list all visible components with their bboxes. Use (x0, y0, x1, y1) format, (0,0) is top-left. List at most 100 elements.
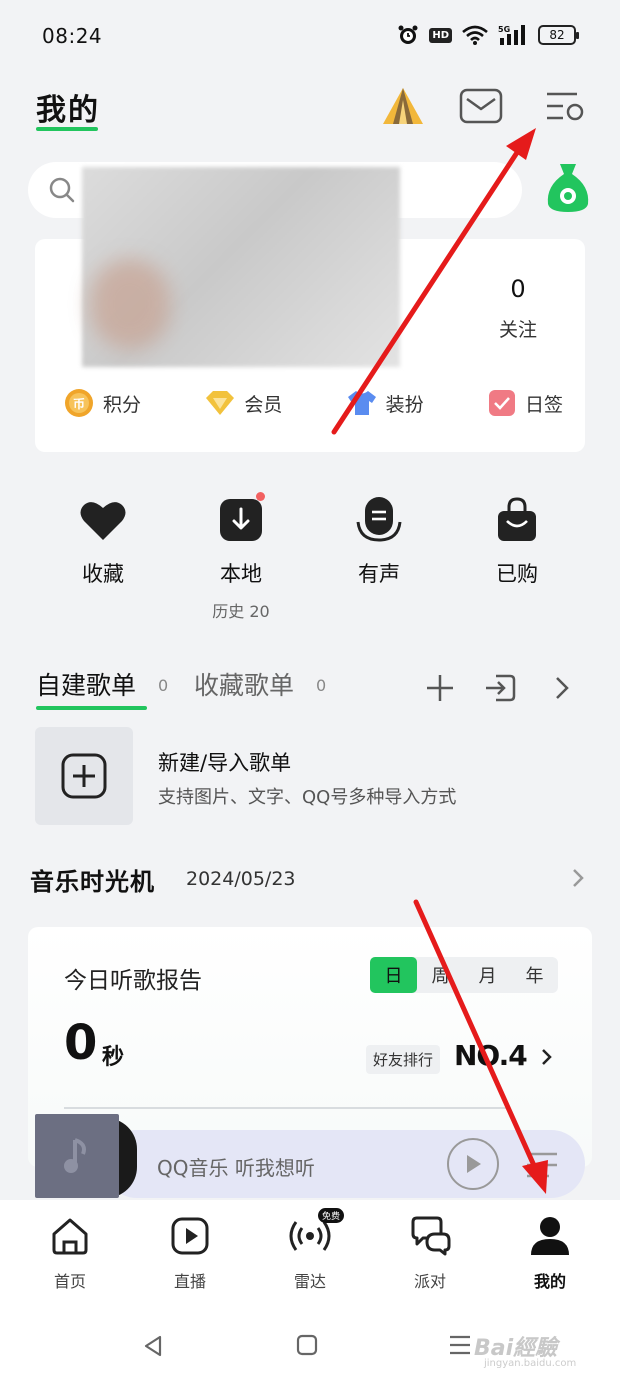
time-machine-date: 2024/05/23 (186, 868, 296, 890)
live-play-icon (168, 1214, 212, 1258)
mini-player-text: QQ音乐 听我想听 (157, 1156, 315, 1180)
shortcut-local[interactable]: 本地 历史 20 (172, 492, 310, 622)
battery-indicator: 82 (538, 25, 579, 45)
shortcut-label: 有声 (358, 562, 400, 586)
back-icon[interactable] (142, 1334, 164, 1362)
shortcut-label: 已购 (496, 562, 538, 586)
download-icon (215, 492, 267, 546)
home-icon (48, 1214, 92, 1258)
avatar[interactable] (90, 259, 170, 349)
time-machine-header[interactable]: 音乐时光机 2024/05/23 (30, 862, 586, 898)
quick-link-dressup[interactable]: 装扮 (346, 387, 424, 419)
play-button[interactable] (447, 1138, 499, 1190)
points-coin-icon: 币 (65, 389, 93, 417)
quick-link-points[interactable]: 币 积分 (63, 387, 141, 419)
quick-link-checkin[interactable]: 日签 (487, 387, 563, 419)
nav-label: 直播 (173, 1272, 206, 1291)
search-icon (48, 176, 76, 208)
quick-link-label: 积分 (103, 393, 142, 416)
mail-icon[interactable] (456, 81, 506, 131)
free-badge: 免费 (317, 1208, 344, 1223)
album-cover[interactable] (35, 1114, 119, 1198)
heart-icon (77, 494, 129, 546)
watermark-url: jingyan.baidu.com (484, 1358, 577, 1369)
profile-icon (528, 1214, 572, 1258)
time-machine-title: 音乐时光机 (30, 868, 155, 896)
page-title: 我的 (36, 93, 100, 128)
period-tab-day[interactable]: 日 (370, 957, 417, 993)
nav-label: 我的 (533, 1272, 566, 1291)
follow-count[interactable]: 0 (483, 275, 553, 303)
quick-link-label: 装扮 (385, 393, 424, 416)
shortcut-audio[interactable]: 有声 (310, 494, 448, 622)
new-playlist-title: 新建/导入歌单 (158, 751, 292, 775)
period-tab-year[interactable]: 年 (511, 957, 558, 993)
report-title: 今日听歌报告 (64, 968, 202, 994)
home-square-icon[interactable] (296, 1334, 318, 1360)
tab-created-playlists[interactable]: 自建歌单 (36, 666, 136, 702)
signal-icon: 5G (498, 24, 528, 46)
status-icons: HD 5G 82 (397, 24, 579, 46)
network-text: 5G (498, 25, 510, 34)
chat-bubbles-icon (408, 1214, 452, 1258)
shortcut-row: 收藏 本地 历史 20 有声 已购 (34, 492, 586, 622)
nav-home[interactable]: 首页 (30, 1214, 110, 1292)
friend-rank-value[interactable]: NO.4 (454, 1039, 528, 1072)
diamond-icon (206, 391, 235, 415)
nav-party[interactable]: 派对 (390, 1214, 470, 1292)
settings-menu-icon[interactable] (540, 81, 590, 131)
report-divider (64, 1107, 510, 1109)
quick-links: 币 积分 会员 装扮 日签 (63, 387, 563, 419)
playlist-tabs: 自建歌单 0 收藏歌单 0 (36, 666, 586, 710)
period-tab-week[interactable]: 周 (417, 957, 464, 993)
shirt-icon (347, 391, 376, 415)
play-icon (467, 1155, 481, 1173)
system-nav: Bai經驗 jingyan.baidu.com (0, 1300, 620, 1386)
shortcut-sub: 历史 20 (212, 602, 270, 621)
playlist-queue-icon[interactable] (525, 1150, 559, 1184)
money-bag-icon[interactable] (544, 160, 592, 218)
follow-label[interactable]: 关注 (483, 315, 553, 342)
notification-dot (256, 492, 265, 501)
status-bar: 08:24 HD 5G 82 (0, 0, 620, 70)
tab-collected-playlists[interactable]: 收藏歌单 (194, 666, 294, 702)
recents-icon[interactable] (448, 1334, 472, 1360)
shortcut-purchased[interactable]: 已购 (448, 494, 586, 622)
radar-icon: 免费 (288, 1208, 344, 1258)
chevron-right-icon[interactable] (570, 866, 586, 894)
header: 我的 (0, 75, 620, 145)
shortcut-label: 本地 (220, 562, 262, 586)
friend-rank-label[interactable]: 好友排行 (366, 1045, 441, 1074)
shortcut-label: 收藏 (82, 562, 124, 586)
period-tab-month[interactable]: 月 (464, 957, 511, 993)
add-square-icon (61, 753, 107, 799)
quick-link-vip[interactable]: 会员 (204, 387, 282, 419)
bottom-nav: 首页 直播 免费 雷达 派对 我的 (0, 1200, 620, 1300)
shopping-bag-icon (491, 494, 543, 546)
music-note-icon (64, 1138, 86, 1173)
nav-label: 派对 (413, 1272, 446, 1291)
nav-radar[interactable]: 免费 雷达 (270, 1208, 350, 1292)
chevron-right-icon[interactable] (542, 668, 582, 708)
shortcut-favorites[interactable]: 收藏 (34, 494, 172, 622)
collected-count: 0 (316, 676, 327, 695)
profile-card: 0 关注 币 积分 会员 装扮 日签 (35, 167, 585, 452)
chevron-right-icon[interactable] (540, 1047, 554, 1071)
svg-text:币: 币 (73, 397, 85, 411)
quick-link-label: 会员 (244, 393, 283, 416)
checkin-icon (488, 390, 515, 416)
import-playlist-icon[interactable] (480, 668, 520, 708)
title-underline (36, 127, 98, 131)
alarm-icon (397, 24, 419, 46)
nav-live[interactable]: 直播 (150, 1214, 230, 1292)
nav-label: 首页 (53, 1272, 86, 1291)
period-tabs: 日 周 月 年 (370, 957, 558, 993)
listen-duration-unit: 秒 (102, 1045, 125, 1070)
add-playlist-icon[interactable] (420, 668, 460, 708)
wifi-icon (462, 25, 488, 45)
tent-icon[interactable] (378, 81, 428, 131)
mini-player[interactable]: QQ音乐 听我想听 (35, 1114, 585, 1198)
listen-duration-value: 0 (64, 1015, 98, 1071)
new-playlist-row[interactable]: 新建/导入歌单 支持图片、文字、QQ号多种导入方式 (35, 727, 585, 825)
nav-profile[interactable]: 我的 (510, 1214, 590, 1292)
